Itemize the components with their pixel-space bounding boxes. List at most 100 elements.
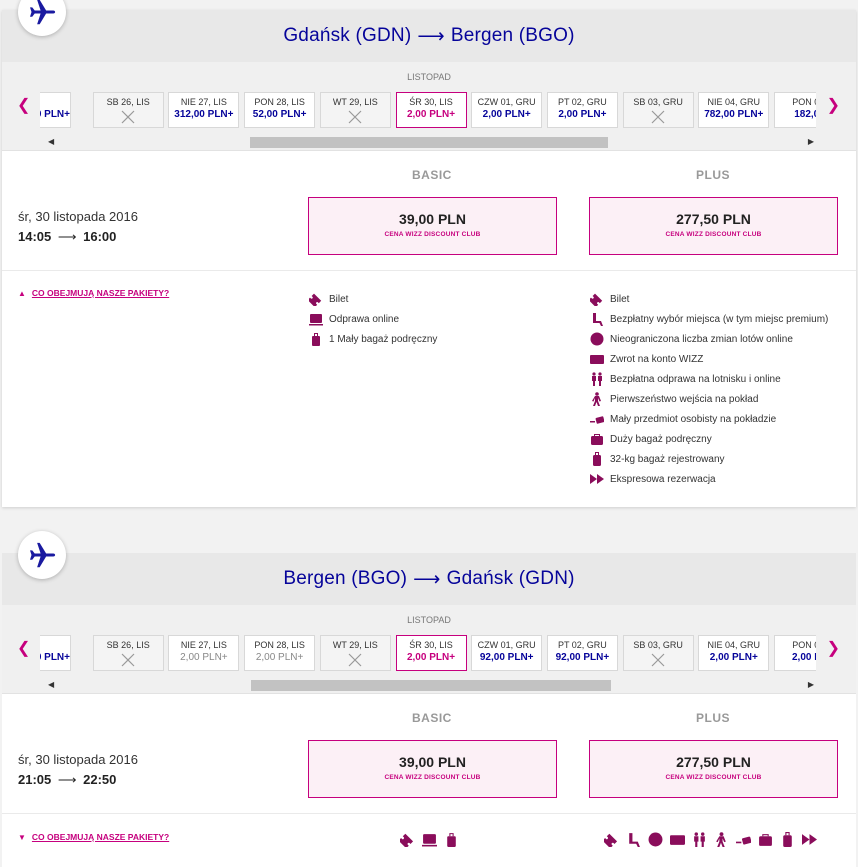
feature-label: Bilet	[610, 293, 630, 305]
airplane-icon	[30, 0, 56, 25]
date-tile[interactable]: NIE 27, LIS 312,00 PLN+	[168, 92, 240, 128]
feature-label: Odprawa online	[329, 313, 400, 325]
date-tile[interactable]: PON 05, 182,00	[774, 92, 816, 128]
date-tile: SB 03, GRU	[622, 635, 694, 671]
date-tile[interactable]: 25, LIS 0 PLN+	[40, 92, 71, 128]
arrival-time: 22:50	[83, 772, 117, 787]
basic-fare-price: 39,00 PLN	[399, 754, 466, 770]
time-arrow: ⟶	[57, 229, 77, 244]
departure-time: 14:05	[18, 229, 52, 244]
plus-fare-button[interactable]: 277,50 PLN CENA WIZZ DISCOUNT CLUB	[589, 197, 838, 255]
feature-item: Duży bagaż podręczny	[590, 429, 828, 449]
unavailable-x-icon	[651, 110, 665, 124]
inbound-date-scrollbar[interactable]: ◀ ▶	[46, 679, 816, 691]
ticket-icon	[309, 293, 322, 306]
personal-item-icon	[590, 416, 604, 424]
prev-dates-arrow-icon[interactable]: ❮	[17, 641, 30, 657]
date-tile-price: 2,00 PLN+	[180, 652, 228, 663]
plus-fare-price: 277,50 PLN	[676, 754, 751, 770]
unavailable-x-icon	[651, 653, 665, 667]
date-tile[interactable]: CZW 01, GRU 2,00 PLN+	[471, 92, 543, 128]
feature-item: Bilet	[590, 289, 828, 309]
packages-toggle-link[interactable]: ▼ CO OBEJMUJĄ NASZE PAKIETY?	[18, 832, 169, 842]
basic-fare-button[interactable]: 39,00 PLN CENA WIZZ DISCOUNT CLUB	[308, 740, 557, 798]
feature-item: Nieograniczona liczba zmian lotów online	[590, 329, 828, 349]
date-tile: WT 29, LIS	[319, 635, 391, 671]
outbound-origin: Gdańsk (GDN)	[283, 25, 412, 46]
feature-item: 32-kg bagaż rejestrowany	[590, 449, 828, 469]
card-icon	[590, 355, 604, 364]
packages-toggle-label: CO OBEJMUJĄ NASZE PAKIETY?	[31, 832, 170, 842]
basic-fare-button[interactable]: 39,00 PLN CENA WIZZ DISCOUNT CLUB	[308, 197, 557, 255]
date-tile-label: SB 03, GRU	[633, 97, 683, 107]
scroll-left-icon[interactable]: ◀	[48, 136, 54, 148]
inbound-date-carousel: LISTOPAD ❮ 25, LIS 0 PLN+ SB 26, LIS NIE 27…	[2, 605, 856, 694]
date-tile[interactable]: NIE 04, GRU 2,00 PLN+	[698, 635, 770, 671]
ticket-icon	[590, 293, 603, 306]
scrollbar-thumb[interactable]	[251, 680, 611, 691]
date-tile[interactable]: ŚR 30, LIS 2,00 PLN+	[395, 635, 467, 671]
scroll-right-icon[interactable]: ▶	[808, 679, 814, 691]
date-tile-label: SB 03, GRU	[633, 640, 683, 650]
plus-fare-button[interactable]: 277,50 PLN CENA WIZZ DISCOUNT CLUB	[589, 740, 838, 798]
feature-item: Bilet	[309, 289, 437, 309]
basic-fare-club-note: CENA WIZZ DISCOUNT CLUB	[384, 774, 481, 781]
flight-date: śr, 30 listopada 2016	[18, 209, 138, 224]
online-checkin-icon	[422, 834, 437, 847]
date-tile[interactable]: PON 28, LIS 52,00 PLN+	[244, 92, 316, 128]
date-tile-label: PON 28, LIS	[254, 97, 305, 107]
feature-label: Pierwszeństwo wejścia na pokład	[610, 393, 759, 405]
prev-dates-arrow-icon[interactable]: ❮	[17, 98, 30, 114]
feature-label: Nieograniczona liczba zmian lotów online	[610, 333, 793, 345]
feature-item: Zwrot na konto WIZZ	[590, 349, 828, 369]
date-tile-label: PT 02, GRU	[557, 97, 607, 107]
scrollbar-thumb[interactable]	[250, 137, 608, 148]
date-tile-label: SB 26, LIS	[106, 97, 150, 107]
date-tile[interactable]: NIE 04, GRU 782,00 PLN+	[698, 92, 770, 128]
feature-label: Mały przedmiot osobisty na pokładzie	[610, 413, 777, 425]
date-tile[interactable]: 25, LIS 0 PLN+	[40, 635, 71, 671]
next-dates-arrow-icon[interactable]: ❯	[827, 641, 840, 657]
airport-checkin-icon	[592, 372, 602, 386]
date-tile[interactable]: CZW 01, GRU 92,00 PLN+	[471, 635, 543, 671]
date-tile-price: 2,00 PLN+	[406, 652, 456, 663]
date-tile-label: 25, LIS	[40, 97, 70, 107]
small-bag-icon	[312, 333, 320, 346]
plus-features-icon-row	[604, 832, 824, 847]
month-label: LISTOPAD	[407, 615, 451, 625]
unavailable-x-icon	[121, 653, 135, 667]
date-tile-label: ŚR 30, LIS	[409, 640, 453, 650]
date-tile-price: 782,00 PLN+	[704, 109, 764, 120]
feature-item: Odprawa online	[309, 309, 437, 329]
date-tile[interactable]: PON 28, LIS 2,00 PLN+	[244, 635, 316, 671]
scroll-left-icon[interactable]: ◀	[48, 679, 54, 691]
feature-item: Mały przedmiot osobisty na pokładzie	[590, 409, 828, 429]
priority-boarding-icon	[592, 392, 601, 406]
date-tile[interactable]: PON 05, 2,00 PL	[774, 635, 816, 671]
date-tile[interactable]: PT 02, GRU 92,00 PLN+	[546, 635, 618, 671]
feature-label: Bezpłatny wybór miejsca (w tym miejsc pr…	[610, 313, 829, 325]
date-tile-price: 2,00 PLN+	[482, 109, 531, 120]
month-label: LISTOPAD	[407, 72, 451, 82]
date-tile[interactable]: ŚR 30, LIS 2,00 PLN+	[395, 92, 467, 128]
outbound-fare-row: BASIC PLUS śr, 30 listopada 2016 14:05 ⟶…	[2, 151, 856, 271]
date-tile-price: 92,00 PLN+	[555, 652, 610, 663]
next-dates-arrow-icon[interactable]: ❯	[827, 98, 840, 114]
date-tile: WT 29, LIS	[319, 92, 391, 128]
feature-item: Bezpłatny wybór miejsca (w tym miejsc pr…	[590, 309, 828, 329]
scroll-right-icon[interactable]: ▶	[808, 136, 814, 148]
collapse-caret-icon: ▲	[18, 289, 26, 298]
date-tile[interactable]: PT 02, GRU 2,00 PLN+	[546, 92, 618, 128]
packages-toggle-link[interactable]: ▲ CO OBEJMUJĄ NASZE PAKIETY?	[18, 288, 169, 298]
large-bag-icon	[759, 834, 772, 846]
time-arrow: ⟶	[57, 772, 77, 787]
seat-icon	[629, 833, 640, 847]
feature-label: Ekspresowa rezerwacja	[610, 473, 716, 485]
date-tile-price: 2,00 PLN+	[255, 652, 304, 663]
basic-column-label: BASIC	[412, 711, 452, 725]
date-tile-label: SB 26, LIS	[106, 640, 150, 650]
date-tile-label: WT 29, LIS	[332, 97, 378, 107]
outbound-date-scrollbar[interactable]: ◀ ▶	[46, 136, 816, 148]
date-tile-label: PON 05,	[792, 640, 816, 650]
date-tile[interactable]: NIE 27, LIS 2,00 PLN+	[168, 635, 240, 671]
